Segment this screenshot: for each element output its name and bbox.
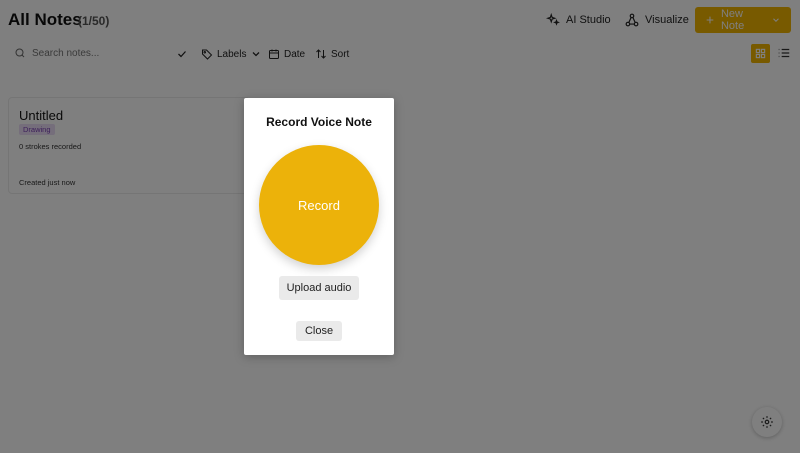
app-root: All Notes (1/50) AI Studio Visualize New… xyxy=(0,0,800,453)
voice-note-modal: Record Voice Note Record Upload audio Cl… xyxy=(244,98,394,355)
upload-audio-button[interactable]: Upload audio xyxy=(279,276,359,300)
record-button[interactable]: Record xyxy=(259,145,379,265)
modal-backdrop[interactable] xyxy=(0,0,800,453)
close-button[interactable]: Close xyxy=(296,321,342,341)
modal-title: Record Voice Note xyxy=(266,115,372,129)
